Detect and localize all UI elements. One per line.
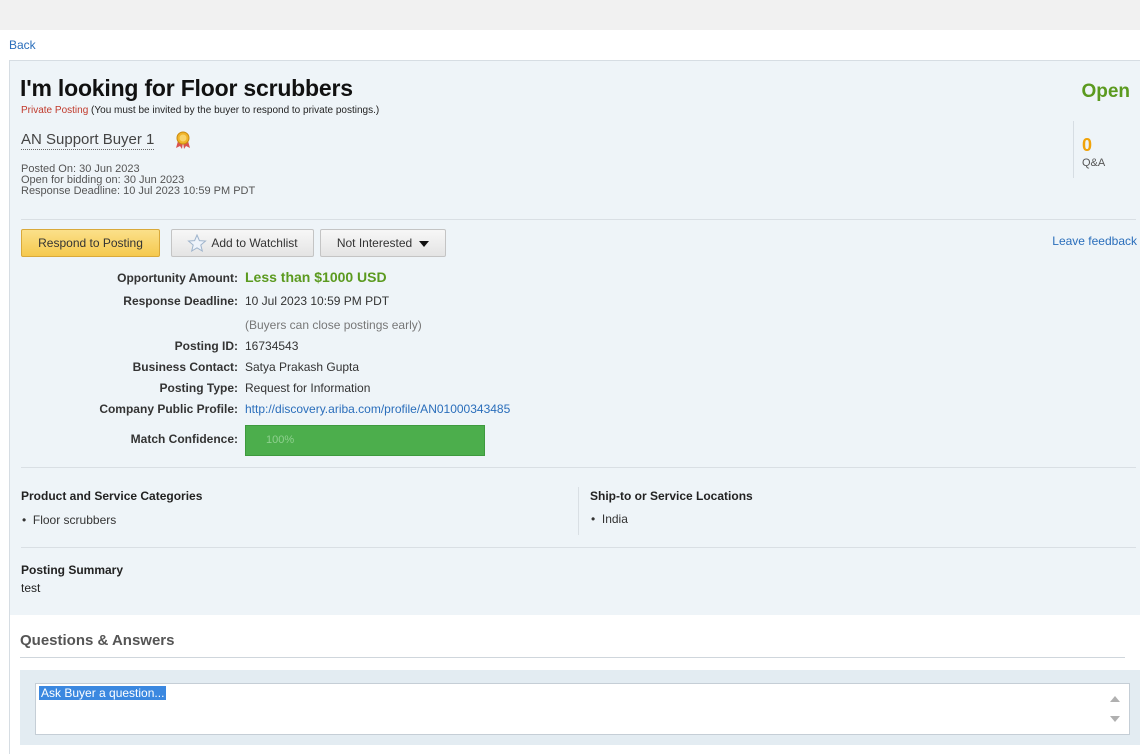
column-divider xyxy=(578,487,579,535)
deadline-label: Response Deadline: xyxy=(123,294,238,308)
location-item-label: India xyxy=(601,512,628,526)
buyer-name-link[interactable]: AN Support Buyer 1 xyxy=(21,131,155,150)
divider xyxy=(21,467,1136,468)
detail-row-deadline-note: (Buyers can close postings early) xyxy=(10,318,610,338)
top-bar xyxy=(0,0,1140,30)
detail-row-deadline: Response Deadline: 10 Jul 2023 10:59 PM … xyxy=(10,294,610,314)
scroll-up-icon[interactable] xyxy=(1110,696,1120,702)
divider xyxy=(20,657,1125,658)
categories-heading: Product and Service Categories xyxy=(21,489,203,503)
detail-row-amount: Opportunity Amount: Less than $1000 USD xyxy=(10,269,610,291)
location-item: • India xyxy=(591,512,628,526)
deadline-value: 10 Jul 2023 10:59 PM PDT xyxy=(245,294,390,308)
status-badge: Open xyxy=(1081,81,1130,102)
private-posting-description: (You must be invited by the buyer to res… xyxy=(88,105,380,116)
question-input-area: Ask Buyer a question... xyxy=(20,670,1140,745)
page-title: I'm looking for Floor scrubbers xyxy=(20,75,353,101)
locations-heading: Ship-to or Service Locations xyxy=(590,489,753,503)
qa-counter[interactable]: 0 Q&A xyxy=(1073,121,1133,178)
private-posting-label: Private Posting xyxy=(21,105,89,116)
amount-label: Opportunity Amount: xyxy=(117,271,238,285)
ask-buyer-question-textarea[interactable]: Ask Buyer a question... xyxy=(35,683,1130,735)
questions-answers-heading: Questions & Answers xyxy=(20,632,175,649)
ask-buyer-question-text: Ask Buyer a question... xyxy=(39,686,167,700)
posting-id-value: 16734543 xyxy=(245,339,299,353)
business-contact-label: Business Contact: xyxy=(132,360,238,374)
scroll-down-icon[interactable] xyxy=(1110,716,1120,722)
company-profile-link[interactable]: http://discovery.ariba.com/profile/AN010… xyxy=(245,402,510,416)
posting-summary-heading: Posting Summary xyxy=(21,563,124,577)
leave-feedback-link[interactable]: Leave feedback xyxy=(1052,234,1137,248)
match-confidence-value: 100% xyxy=(266,434,295,446)
detail-row-profile: Company Public Profile: http://discovery… xyxy=(10,402,610,422)
private-posting-note: Private Posting (You must be invited by … xyxy=(21,105,379,116)
business-contact-value: Satya Prakash Gupta xyxy=(245,360,360,374)
amount-value: Less than $1000 USD xyxy=(245,269,387,285)
back-link[interactable]: Back xyxy=(9,38,36,52)
posting-type-value: Request for Information xyxy=(245,381,371,395)
qa-count: 0 xyxy=(1082,135,1093,155)
questions-answers-section: Questions & Answers Ask Buyer a question… xyxy=(10,615,1140,754)
detail-row-posting-id: Posting ID: 16734543 xyxy=(10,339,610,359)
award-ribbon-icon xyxy=(176,131,190,149)
qa-count-label: Q&A xyxy=(1082,157,1106,169)
add-to-watchlist-label: Add to Watchlist xyxy=(211,236,298,250)
detail-row-contact: Business Contact: Satya Prakash Gupta xyxy=(10,360,610,380)
posting-type-label: Posting Type: xyxy=(159,381,238,395)
posting-card: I'm looking for Floor scrubbers Private … xyxy=(9,60,1140,754)
add-to-watchlist-button[interactable]: Add to Watchlist xyxy=(171,229,314,257)
match-confidence-label: Match Confidence: xyxy=(130,432,238,446)
posting-id-label: Posting ID: xyxy=(174,339,238,353)
not-interested-label: Not Interested xyxy=(336,236,413,250)
deadline-note: (Buyers can close postings early) xyxy=(245,318,422,332)
posting-dates: Posted On: 30 Jun 2023 Open for bidding … xyxy=(21,164,255,197)
category-item-label: Floor scrubbers xyxy=(32,513,117,527)
respond-to-posting-button[interactable]: Respond to Posting xyxy=(21,229,160,257)
star-icon xyxy=(187,234,208,252)
detail-row-type: Posting Type: Request for Information xyxy=(10,381,610,401)
divider xyxy=(21,547,1136,548)
divider xyxy=(21,219,1136,220)
match-confidence-bar: 100% xyxy=(245,425,485,456)
company-profile-label: Company Public Profile: xyxy=(99,402,238,416)
posting-summary-text: test xyxy=(21,581,41,595)
caret-down-icon xyxy=(419,240,430,247)
not-interested-dropdown[interactable]: Not Interested xyxy=(320,229,446,257)
response-deadline-summary: Response Deadline: 10 Jul 2023 10:59 PM … xyxy=(21,185,256,197)
category-item: • Floor scrubbers xyxy=(22,513,117,527)
